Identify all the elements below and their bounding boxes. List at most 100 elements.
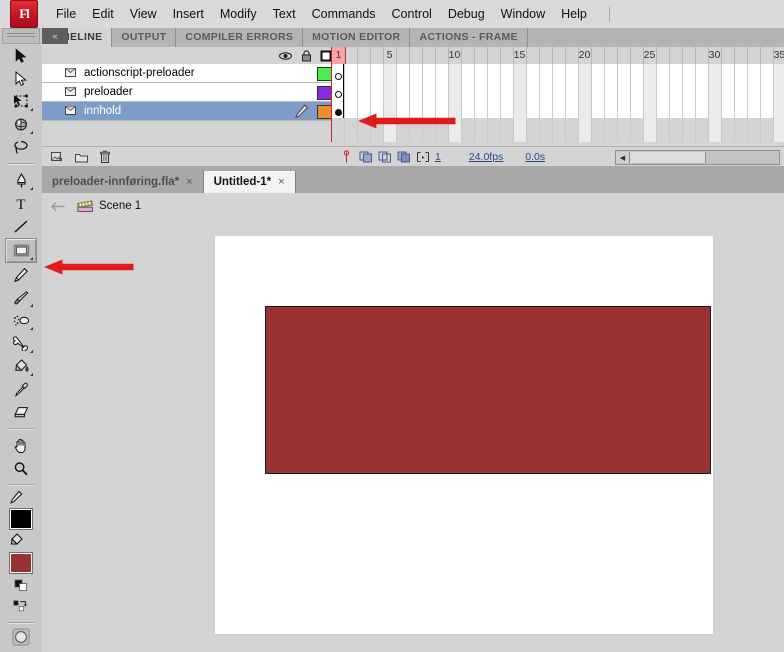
layer-lock-dot[interactable]: [302, 89, 308, 95]
stage-canvas[interactable]: [214, 235, 714, 635]
pen-tool[interactable]: [6, 169, 36, 192]
panel-tab-compiler-errors[interactable]: COMPILER ERRORS: [176, 28, 304, 47]
center-frame-icon[interactable]: [339, 149, 354, 164]
free-transform-tool[interactable]: [6, 90, 36, 113]
document-tab-active[interactable]: Untitled-1* ×: [203, 171, 296, 193]
layer-row-actionscript-preloader[interactable]: actionscript-preloader: [42, 64, 332, 83]
ruler-tick: [474, 47, 475, 64]
menu-help[interactable]: Help: [553, 4, 595, 24]
layer-lock-dot[interactable]: [302, 70, 308, 76]
document-tab-inactive[interactable]: preloader-innføring.fla* ×: [42, 171, 204, 193]
scroll-left-button[interactable]: ◀: [616, 152, 630, 163]
current-frame-indicator[interactable]: 1: [435, 151, 441, 163]
layer-name[interactable]: preloader: [84, 86, 133, 98]
tool-options-corner-icon[interactable]: [27, 304, 33, 307]
close-icon[interactable]: ×: [278, 171, 284, 193]
layer-row-innhold[interactable]: innhold: [42, 102, 332, 121]
subselection-tool[interactable]: [6, 67, 36, 90]
brush-tool[interactable]: [6, 286, 36, 309]
menu-insert[interactable]: Insert: [165, 4, 212, 24]
black-and-white-button[interactable]: [6, 577, 36, 597]
fill-color-swatch[interactable]: [9, 552, 33, 574]
tool-options-corner-icon[interactable]: [27, 187, 33, 190]
hand-tool[interactable]: [6, 434, 36, 457]
layer-name[interactable]: innhold: [84, 105, 121, 117]
keyframe-marker[interactable]: [331, 100, 344, 118]
tool-options-corner-icon[interactable]: [27, 327, 33, 330]
layer-visibility-dot[interactable]: [281, 70, 287, 76]
object-drawing-toggle[interactable]: [6, 628, 36, 648]
layer-lock-dot[interactable]: [302, 108, 308, 114]
delete-layer-icon[interactable]: [96, 149, 114, 165]
frame-grid[interactable]: [331, 64, 784, 142]
rectangle-shape[interactable]: [265, 306, 711, 474]
line-tool[interactable]: [6, 215, 36, 238]
menu-control[interactable]: Control: [384, 4, 440, 24]
stage-area[interactable]: [42, 219, 784, 652]
menu-view[interactable]: View: [122, 4, 165, 24]
back-arrow-icon[interactable]: [50, 199, 66, 213]
selection-tool[interactable]: [6, 44, 36, 67]
tool-options-corner-icon[interactable]: [27, 131, 33, 134]
scene-label[interactable]: Scene 1: [99, 200, 141, 212]
scroll-thumb[interactable]: [630, 152, 706, 163]
3d-rotation-tool[interactable]: [6, 113, 36, 136]
layer-name[interactable]: actionscript-preloader: [84, 67, 195, 79]
menu-file[interactable]: File: [48, 4, 84, 24]
elapsed-time-indicator[interactable]: 0.0s: [525, 151, 545, 163]
layer-outline-color-swatch[interactable]: [317, 86, 332, 100]
menu-text[interactable]: Text: [265, 4, 304, 24]
swap-colors-button[interactable]: [6, 598, 36, 618]
menu-edit[interactable]: Edit: [84, 4, 122, 24]
spray-brush-tool[interactable]: [6, 309, 36, 332]
layer-visibility-dot[interactable]: [281, 89, 287, 95]
timeline-horizontal-scrollbar[interactable]: ◀: [615, 150, 780, 165]
frame-column-highlight: [708, 64, 721, 142]
new-layer-icon[interactable]: [48, 149, 66, 165]
timeline-ruler[interactable]: 1510152025303540455055: [331, 47, 784, 65]
tool-options-corner-icon[interactable]: [27, 257, 33, 260]
layer-row-preloader[interactable]: preloader: [42, 83, 332, 102]
ruler-tick: [435, 47, 436, 64]
paint-bucket-tool[interactable]: [6, 355, 36, 378]
panel-tab-actions-frame[interactable]: ACTIONS - FRAME: [410, 28, 528, 47]
lock-icon[interactable]: [299, 49, 313, 62]
menu-window[interactable]: Window: [493, 4, 553, 24]
text-tool[interactable]: T: [6, 192, 36, 215]
frame-gridline: [604, 64, 605, 142]
frame-gridline: [487, 64, 488, 142]
keyframe-marker[interactable]: [331, 64, 344, 82]
tool-options-corner-icon[interactable]: [27, 108, 33, 111]
fps-indicator[interactable]: 24.0fps: [469, 151, 503, 163]
new-folder-icon[interactable]: [72, 149, 90, 165]
tool-options-corner-icon[interactable]: [27, 350, 33, 353]
eyedropper-tool[interactable]: [6, 378, 36, 401]
zoom-tool[interactable]: [6, 457, 36, 480]
deco-tool[interactable]: [6, 332, 36, 355]
onion-skin-icon[interactable]: [358, 150, 373, 164]
modify-onion-markers-icon[interactable]: [415, 150, 430, 164]
eraser-tool[interactable]: [6, 401, 36, 424]
close-icon[interactable]: ×: [186, 171, 192, 193]
pencil-stroke-icon: [9, 490, 23, 507]
tools-panel-grip[interactable]: [2, 28, 40, 44]
onion-skin-outlines-icon[interactable]: [377, 150, 392, 164]
hand-icon: [13, 438, 29, 454]
layer-visibility-dot[interactable]: [281, 108, 287, 114]
menu-debug[interactable]: Debug: [440, 4, 493, 24]
stroke-color-swatch[interactable]: [9, 508, 33, 530]
panel-tab-output[interactable]: OUTPUT: [112, 28, 177, 47]
edit-multiple-frames-icon[interactable]: [396, 150, 411, 164]
menu-commands[interactable]: Commands: [304, 4, 384, 24]
collapse-panel-icon[interactable]: «: [42, 28, 68, 44]
layer-outline-color-swatch[interactable]: [317, 67, 332, 81]
eye-icon[interactable]: [278, 49, 292, 62]
menu-modify[interactable]: Modify: [212, 4, 265, 24]
lasso-tool[interactable]: [6, 136, 36, 159]
layer-outline-color-swatch[interactable]: [317, 105, 332, 119]
pencil-tool[interactable]: [6, 263, 36, 286]
tool-options-corner-icon[interactable]: [27, 373, 33, 376]
keyframe-marker[interactable]: [331, 82, 344, 100]
rectangle-tool[interactable]: [5, 238, 37, 263]
panel-tab-motion-editor[interactable]: MOTION EDITOR: [303, 28, 411, 47]
